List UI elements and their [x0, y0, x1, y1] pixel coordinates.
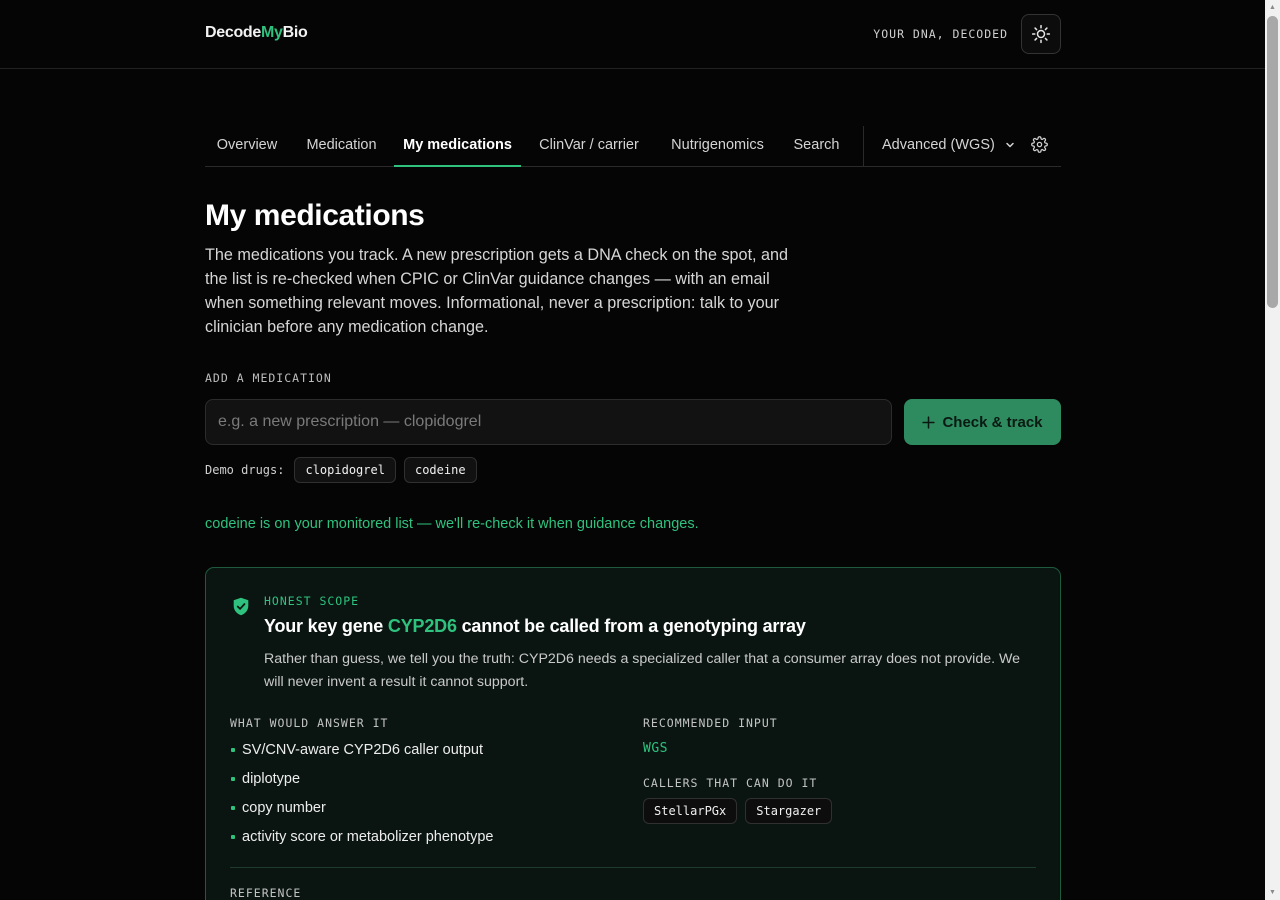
answer-list: SV/CNV-aware CYP2D6 caller output diplot… — [230, 740, 493, 856]
tagline: YOUR DNA, DECODED — [873, 27, 1008, 41]
card-title-prefix: Your key gene — [264, 616, 388, 636]
sun-icon — [1031, 24, 1051, 44]
main-nav: Overview Medication My medications ClinV… — [205, 126, 1061, 167]
plus-icon — [922, 415, 936, 429]
theme-toggle-button[interactable] — [1021, 14, 1061, 54]
gene-name: CYP2D6 — [387, 616, 457, 636]
page-intro: The medications you track. A new prescri… — [205, 246, 789, 336]
page-title: My medications — [205, 199, 425, 232]
caller-chip-stellarpgx: StellarPGx — [643, 798, 738, 824]
tab-my-medications[interactable]: My medications — [394, 126, 521, 167]
chevron-down-icon — [1006, 142, 1014, 148]
status-message: codeine is on your monitored list — we'l… — [205, 516, 699, 532]
card-title: Your key gene CYP2D6 cannot be called fr… — [264, 616, 806, 637]
tab-search[interactable]: Search — [784, 126, 849, 167]
tab-clinvar-carrier[interactable]: ClinVar / carrier — [527, 126, 651, 167]
tab-medication[interactable]: Medication — [295, 126, 388, 167]
add-medication-label: ADD A MEDICATION — [205, 371, 332, 385]
card-kicker: HONEST SCOPE — [264, 594, 360, 608]
recommended-input-label: RECOMMENDED INPUT — [643, 716, 778, 730]
card-body: Rather than guess, we tell you the truth… — [264, 651, 1021, 690]
recommended-input-value: WGS — [643, 741, 668, 756]
list-item: activity score or metabolizer phenotype — [230, 827, 493, 856]
brand-text-decode: Decode — [205, 24, 261, 41]
nav-divider — [863, 126, 864, 166]
scroll-up-arrow-icon[interactable]: ▲ — [1265, 0, 1280, 15]
demo-drug-codeine[interactable]: codeine — [403, 457, 477, 483]
gear-icon[interactable] — [1031, 136, 1048, 153]
check-and-track-label: Check & track — [942, 413, 1043, 431]
answer-label: WHAT WOULD ANSWER IT — [230, 716, 389, 730]
card-divider — [230, 867, 1036, 868]
medication-input[interactable] — [205, 399, 892, 445]
scroll-down-arrow-icon[interactable]: ▼ — [1265, 885, 1280, 900]
brand-text-my: My — [261, 24, 283, 41]
callers-label: CALLERS THAT CAN DO IT — [643, 776, 818, 790]
tab-nutrigenomics[interactable]: Nutrigenomics — [657, 126, 778, 167]
page: DecodeMyBio YOUR DNA, DECODED ▲ ▼ Overvi… — [0, 0, 1280, 900]
demo-drugs-label: Demo drugs: — [205, 463, 285, 477]
caller-chip-stargazer: Stargazer — [745, 798, 833, 824]
list-item: copy number — [230, 798, 493, 827]
reference-label: REFERENCE — [230, 886, 302, 900]
card-title-suffix: cannot be called from a genotyping array — [456, 616, 806, 636]
demo-drug-clopidogrel[interactable]: clopidogrel — [294, 457, 396, 483]
scrollbar[interactable]: ▲ ▼ — [1265, 0, 1280, 900]
shield-check-icon — [233, 597, 249, 616]
brand-logo[interactable]: DecodeMyBio — [205, 24, 308, 42]
check-and-track-button[interactable]: Check & track — [904, 399, 1061, 445]
list-item: diplotype — [230, 769, 493, 798]
top-bar: DecodeMyBio YOUR DNA, DECODED — [0, 0, 1265, 69]
brand-text-bio: Bio — [282, 24, 308, 41]
mode-dropdown-label: Advanced (WGS) — [882, 137, 995, 153]
callers-list: StellarPGx Stargazer — [643, 798, 833, 824]
tab-overview[interactable]: Overview — [205, 126, 289, 167]
honest-scope-card: HONEST SCOPE Your key gene CYP2D6 cannot… — [205, 567, 1061, 900]
list-item: SV/CNV-aware CYP2D6 caller output — [230, 740, 493, 769]
scroll-thumb[interactable] — [1267, 16, 1278, 308]
demo-drugs: Demo drugs: clopidogrel codeine — [205, 457, 477, 483]
mode-dropdown[interactable]: Advanced (WGS) — [882, 126, 1015, 166]
